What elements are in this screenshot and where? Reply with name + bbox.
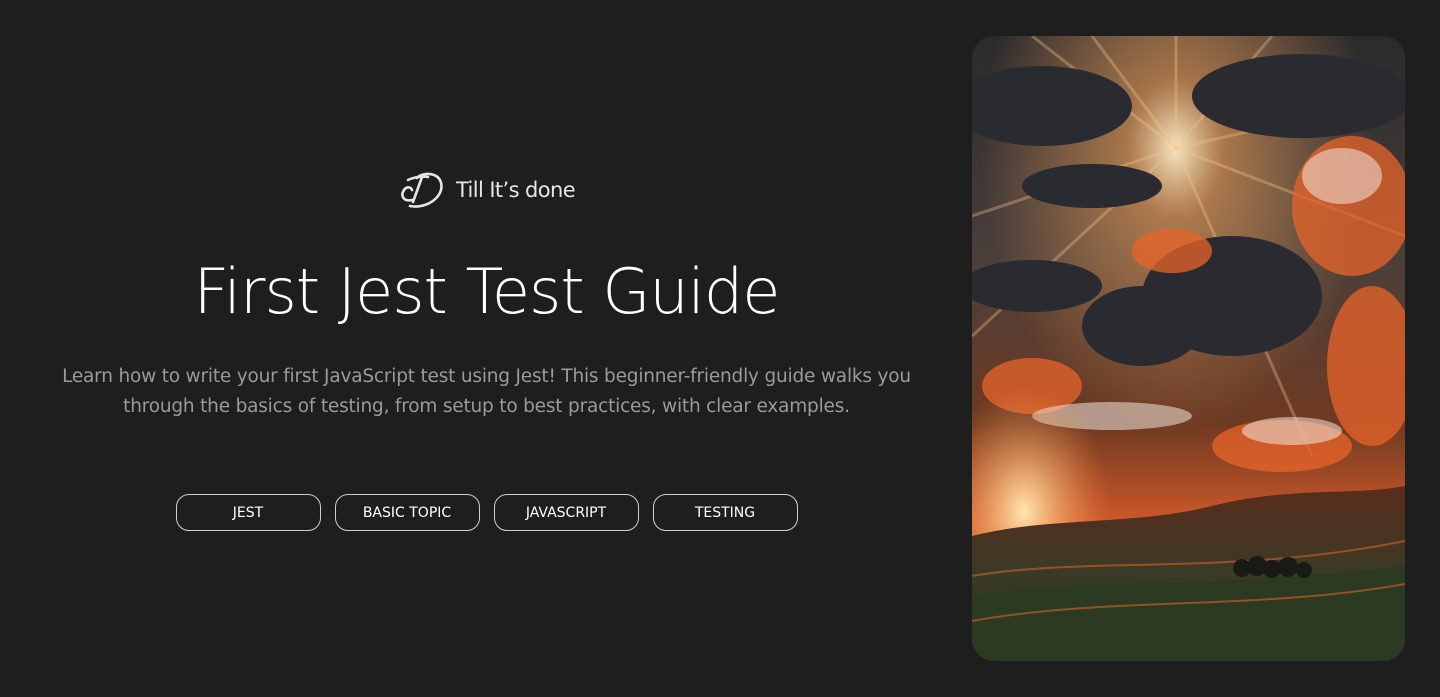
- hero-sunset-image: [972, 36, 1405, 661]
- tag-basic-topic[interactable]: BASIC TOPIC: [334, 494, 480, 531]
- brand[interactable]: Till It’s done: [40, 168, 933, 212]
- page: Till It’s done First Jest Test Guide Lea…: [0, 0, 1440, 697]
- tag-testing[interactable]: TESTING: [652, 494, 798, 531]
- tag-javascript[interactable]: JAVASCRIPT: [493, 494, 639, 531]
- td-monogram-logo-icon: [401, 172, 443, 208]
- page-description: Learn how to write your first JavaScript…: [62, 366, 911, 417]
- tag-jest[interactable]: JEST: [175, 494, 321, 531]
- brand-name: Till It’s done: [455, 178, 576, 202]
- tag-list: JEST BASIC TOPIC JAVASCRIPT TESTING: [40, 494, 933, 531]
- page-title: First Jest Test Guide: [193, 255, 781, 328]
- hero-content: Till It’s done First Jest Test Guide Lea…: [40, 0, 933, 697]
